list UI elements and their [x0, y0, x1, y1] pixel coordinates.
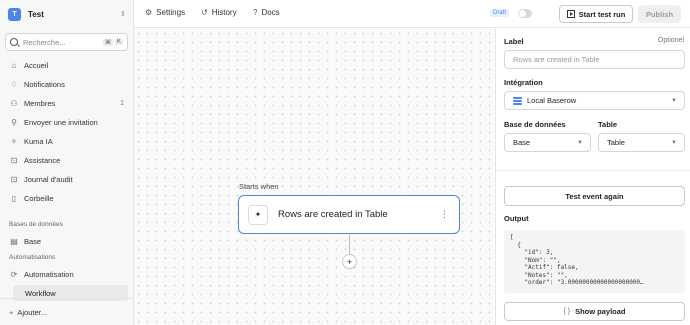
- workspace-name: Test: [28, 9, 44, 19]
- database-icon: ▤: [10, 236, 18, 246]
- bell-icon: ♢: [10, 79, 18, 89]
- test-event-button[interactable]: Test event again: [504, 186, 685, 206]
- gear-icon: ⚙: [145, 8, 153, 17]
- lock-icon: ⊡: [10, 155, 18, 165]
- label-input-placeholder: Rows are created in Table: [513, 55, 600, 64]
- workspace-switcher[interactable]: T Test ⇕: [8, 6, 126, 22]
- starts-when-label: Starts when: [239, 182, 279, 191]
- sidebar-item-label: Base: [24, 236, 42, 246]
- show-payload-button[interactable]: { } Show payload: [504, 302, 685, 321]
- sidebar-item-automatisation[interactable]: ⟳ Automatisation: [0, 266, 134, 282]
- label-title: Label: [504, 37, 524, 46]
- help-icon: ?: [253, 8, 258, 17]
- optional-label: Optionel: [657, 37, 684, 44]
- start-test-run-button[interactable]: Start test run: [559, 5, 633, 23]
- node-connector: [349, 235, 350, 255]
- history-icon: ↺: [201, 8, 208, 17]
- search-icon: [10, 38, 18, 46]
- docs-label: Docs: [261, 8, 280, 17]
- sidebar-item-label: Envoyer une invitation: [24, 117, 98, 127]
- sidebar: T Test ⇕ Recherche... ⌘ K ⌂ Accueil ♢ No…: [0, 0, 134, 325]
- draft-toggle[interactable]: [518, 9, 532, 18]
- output-title: Output: [504, 214, 529, 223]
- sidebar-item-invitation[interactable]: ⚲ Envoyer une invitation: [0, 114, 134, 130]
- sidebar-item-label: Corbeille: [24, 193, 54, 203]
- sidebar-item-label: Kuma IA: [24, 136, 53, 146]
- integration-select[interactable]: Local Baserow ▼: [504, 91, 685, 110]
- database-select[interactable]: Base ▼: [504, 133, 591, 152]
- chevron-updown-icon: ⇕: [120, 11, 126, 18]
- database-value: Base: [513, 138, 531, 147]
- home-icon: ⌂: [11, 60, 17, 70]
- sparkle-icon: ✧: [10, 136, 18, 146]
- draft-badge: Draft: [490, 9, 510, 17]
- users-icon: ⚇: [10, 98, 18, 108]
- table-select[interactable]: Table ▼: [598, 133, 685, 152]
- publish-button[interactable]: Publish: [638, 5, 681, 23]
- play-icon: [566, 10, 575, 18]
- sidebar-item-label: Notifications: [24, 79, 65, 89]
- sidebar-item-label: Assistance: [24, 155, 61, 165]
- workspace-avatar: T: [8, 7, 21, 21]
- sidebar-item-base[interactable]: ▤ Base: [0, 233, 134, 249]
- search-placeholder: Recherche...: [23, 37, 66, 47]
- sidebar-item-assistance[interactable]: ⊡ Assistance: [0, 152, 134, 168]
- sidebar-item-label: Workflow: [25, 288, 56, 298]
- table-value: Table: [607, 138, 625, 147]
- sidebar-item-notifications[interactable]: ♢ Notifications: [0, 76, 134, 92]
- baserow-icon: [513, 96, 522, 105]
- sidebar-item-label: Automatisation: [24, 269, 74, 279]
- history-label: History: [211, 8, 237, 17]
- sidebar-item-membres[interactable]: ⚇ Membres 1: [0, 95, 134, 111]
- docs-tab[interactable]: ? Docs: [253, 8, 280, 17]
- members-count: 1: [120, 99, 124, 107]
- label-input[interactable]: Rows are created in Table: [504, 50, 685, 69]
- braces-icon: { }: [563, 308, 571, 315]
- database-title: Base de données: [504, 120, 566, 129]
- history-tab[interactable]: ↺ History: [201, 8, 237, 17]
- chevron-down-icon: ▼: [577, 139, 583, 146]
- sidebar-item-label: Journal d'audit: [24, 174, 73, 184]
- section-automations: Automatisations: [9, 254, 56, 261]
- table-title: Table: [598, 120, 618, 129]
- add-node-button[interactable]: +: [342, 254, 357, 269]
- sidebar-item-audit[interactable]: ⊡ Journal d'audit: [0, 171, 134, 187]
- sidebar-item-kuma[interactable]: ✧ Kuma IA: [0, 133, 134, 149]
- section-databases: Bases de données: [9, 221, 63, 228]
- lock-icon: ⊡: [10, 174, 18, 184]
- shortcut-key-k: K: [114, 39, 123, 45]
- panel-divider: [496, 170, 690, 171]
- sidebar-item-corbeille[interactable]: ▯ Corbeille: [0, 190, 134, 206]
- plus-icon: +: [9, 307, 14, 317]
- show-payload-label: Show payload: [575, 307, 626, 316]
- integration-value: Local Baserow: [527, 96, 577, 105]
- automation-icon: ⟳: [10, 269, 18, 279]
- sparkle-icon: ✦: [248, 204, 268, 225]
- integration-title: Intégration: [504, 78, 543, 87]
- trigger-node-label: Rows are created in Table: [278, 209, 388, 220]
- node-settings-panel: Label Optionel Rows are created in Table…: [495, 29, 690, 325]
- trash-icon: ▯: [11, 193, 17, 203]
- sidebar-item-label: Membres: [24, 98, 56, 108]
- chevron-down-icon: ▼: [671, 97, 677, 104]
- settings-tab[interactable]: ⚙ Settings: [145, 8, 185, 17]
- start-test-run-label: Start test run: [578, 9, 626, 19]
- workflow-canvas[interactable]: Starts when ✦ Rows are created in Table …: [134, 29, 495, 325]
- sidebar-item-accueil[interactable]: ⌂ Accueil: [0, 57, 134, 73]
- sidebar-item-label: Accueil: [24, 60, 49, 70]
- more-vertical-icon[interactable]: ⋮: [440, 209, 449, 220]
- search-input[interactable]: Recherche... ⌘ K: [5, 33, 128, 51]
- shortcut-key-cmd: ⌘: [102, 38, 113, 46]
- chevron-down-icon: ▼: [671, 139, 677, 146]
- settings-label: Settings: [156, 8, 186, 17]
- add-button[interactable]: + Ajouter...: [0, 298, 134, 325]
- user-plus-icon: ⚲: [11, 117, 17, 127]
- add-label: Ajouter...: [17, 307, 47, 317]
- top-bar: ⚙ Settings ↺ History ? Docs Draft Start …: [134, 0, 690, 28]
- output-code: [ { "id": 3, "Nom": "", "Actif": false, …: [504, 230, 685, 293]
- trigger-node[interactable]: ✦ Rows are created in Table ⋮: [238, 195, 460, 234]
